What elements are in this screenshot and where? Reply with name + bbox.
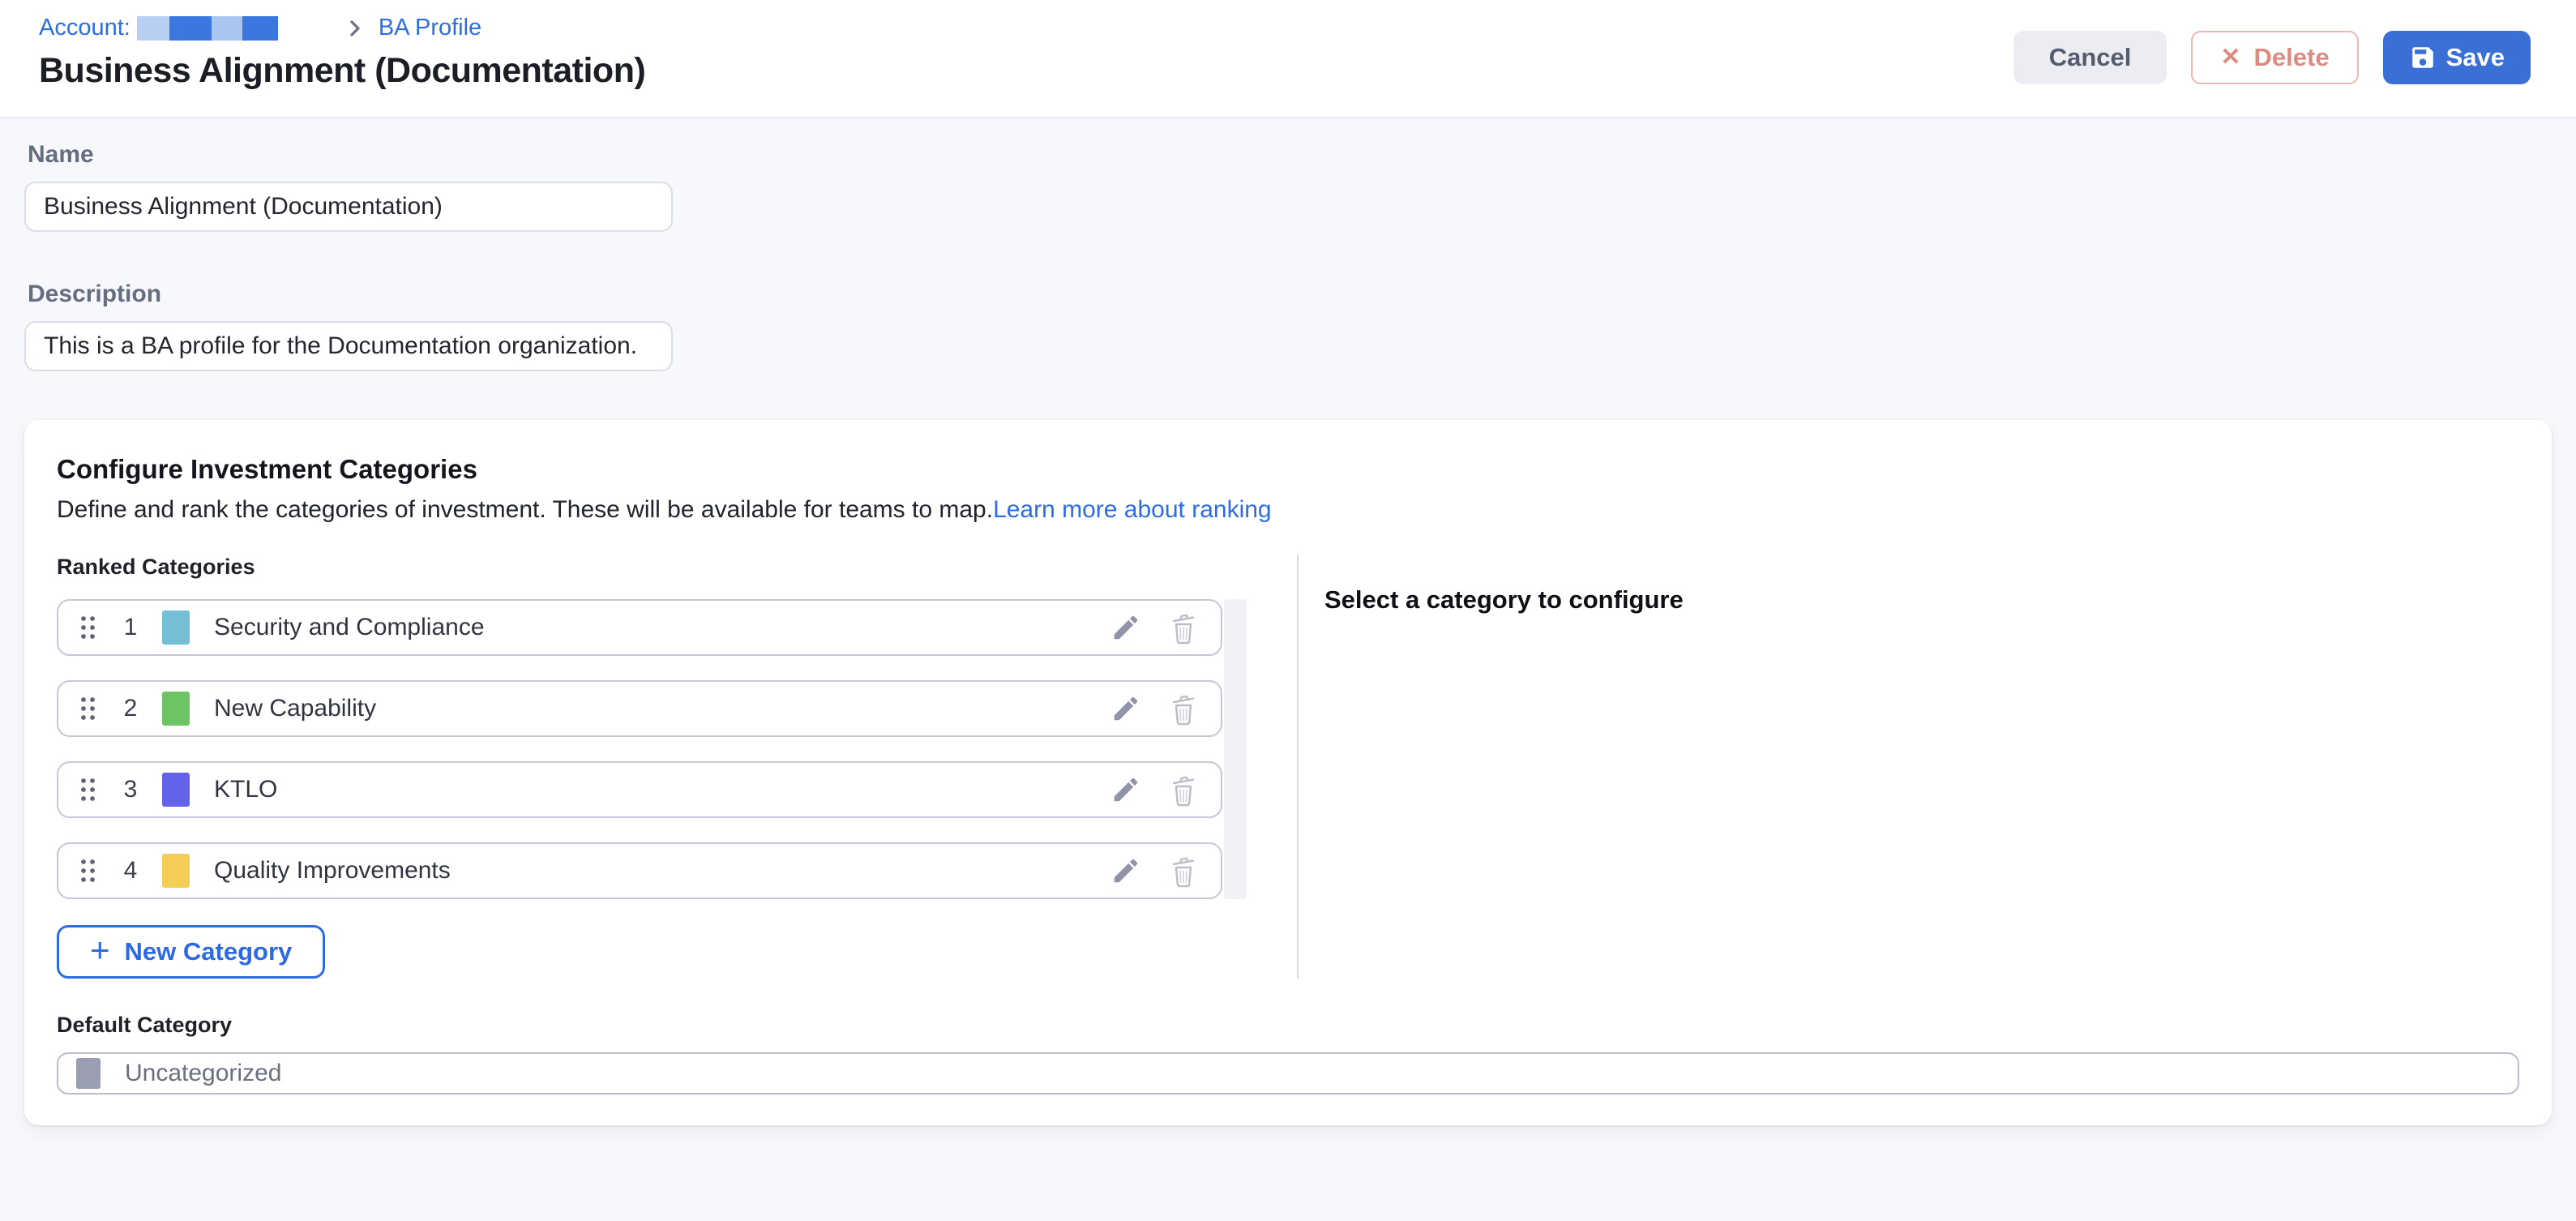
category-name: Security and Compliance xyxy=(214,614,485,641)
delete-category-button[interactable] xyxy=(1169,854,1198,888)
ranked-categories-list: 1 Security and Compliance xyxy=(57,599,1247,899)
category-color-swatch xyxy=(162,854,190,888)
category-rank: 4 xyxy=(120,857,141,885)
category-name: Quality Improvements xyxy=(214,857,451,885)
category-row-actions xyxy=(1110,854,1198,888)
investment-categories-card: Configure Investment Categories Define a… xyxy=(24,420,2552,1125)
page-header: Account: BA Profile Business Alignment (… xyxy=(0,0,2576,118)
redaction-block xyxy=(242,16,278,41)
cancel-button[interactable]: Cancel xyxy=(2013,31,2167,84)
edit-category-button[interactable] xyxy=(1110,693,1141,724)
delete-category-button[interactable] xyxy=(1169,692,1198,726)
category-color-swatch xyxy=(162,692,190,726)
main-content: Name Description Configure Investment Ca… xyxy=(0,118,2576,1125)
category-row[interactable]: 3 KTLO xyxy=(57,761,1222,818)
breadcrumb-current-page[interactable]: BA Profile xyxy=(379,15,481,41)
redaction-block xyxy=(137,16,169,41)
delete-category-button[interactable] xyxy=(1169,610,1198,645)
delete-button-label: Delete xyxy=(2254,43,2330,72)
ranked-categories-column: Ranked Categories 1 Security and Complia… xyxy=(57,555,1247,979)
name-field-label: Name xyxy=(28,141,2552,169)
save-icon xyxy=(2409,44,2437,71)
category-row[interactable]: 1 Security and Compliance xyxy=(57,599,1222,656)
edit-category-button[interactable] xyxy=(1110,612,1141,643)
card-subtitle: Define and rank the categories of invest… xyxy=(57,496,2519,524)
card-title: Configure Investment Categories xyxy=(57,454,2519,485)
category-row[interactable]: 2 New Capability xyxy=(57,680,1222,737)
drag-handle-icon[interactable] xyxy=(79,614,97,641)
breadcrumb-account-label: Account: xyxy=(39,15,131,41)
drag-handle-icon[interactable] xyxy=(79,776,97,803)
category-name: New Capability xyxy=(214,695,376,722)
plus-icon: + xyxy=(90,933,110,967)
edit-category-button[interactable] xyxy=(1110,855,1141,886)
category-color-swatch xyxy=(162,610,190,645)
name-input[interactable] xyxy=(24,182,673,232)
category-name: KTLO xyxy=(214,776,277,803)
save-button-label: Save xyxy=(2446,43,2505,72)
description-field-label: Description xyxy=(28,281,2552,308)
category-detail-panel: Select a category to configure xyxy=(1299,555,2519,979)
save-button[interactable]: Save xyxy=(2383,31,2531,84)
category-row-actions xyxy=(1110,773,1198,807)
subtitle-text: Define and rank the categories of invest… xyxy=(57,496,993,523)
new-category-button-label: New Category xyxy=(125,937,293,966)
category-rank: 2 xyxy=(120,695,141,722)
ranked-categories-label: Ranked Categories xyxy=(57,555,1247,580)
learn-more-link[interactable]: Learn more about ranking xyxy=(993,496,1272,523)
category-rank: 1 xyxy=(120,614,141,641)
drag-handle-icon[interactable] xyxy=(79,695,97,722)
description-input[interactable] xyxy=(24,321,673,371)
category-color-swatch xyxy=(162,773,190,807)
edit-category-button[interactable] xyxy=(1110,774,1141,805)
default-category-select[interactable]: Uncategorized xyxy=(57,1052,2519,1095)
drag-handle-icon[interactable] xyxy=(79,857,97,885)
category-row[interactable]: 4 Quality Improvements xyxy=(57,842,1222,899)
header-actions: Cancel ✕ Delete Save xyxy=(2013,31,2531,84)
account-name-redacted xyxy=(137,16,278,41)
x-icon: ✕ xyxy=(2220,45,2240,70)
new-category-button[interactable]: + New Category xyxy=(57,925,325,979)
default-category-color-swatch xyxy=(76,1058,101,1089)
chevron-right-icon xyxy=(348,18,362,39)
category-row-actions xyxy=(1110,610,1198,645)
category-rank: 3 xyxy=(120,776,141,803)
default-category-block: Default Category Uncategorized xyxy=(57,1013,2519,1095)
redaction-block xyxy=(212,16,242,41)
breadcrumb-account-link[interactable]: Account: xyxy=(39,15,278,41)
delete-button[interactable]: ✕ Delete xyxy=(2191,31,2358,84)
redaction-block xyxy=(169,16,212,41)
categories-columns: Ranked Categories 1 Security and Complia… xyxy=(57,555,2519,979)
default-category-name: Uncategorized xyxy=(125,1060,281,1087)
category-row-actions xyxy=(1110,692,1198,726)
scrollbar-track[interactable] xyxy=(1224,599,1247,899)
delete-category-button[interactable] xyxy=(1169,773,1198,807)
default-category-label: Default Category xyxy=(57,1013,2519,1038)
empty-state-message: Select a category to configure xyxy=(1324,585,2519,615)
